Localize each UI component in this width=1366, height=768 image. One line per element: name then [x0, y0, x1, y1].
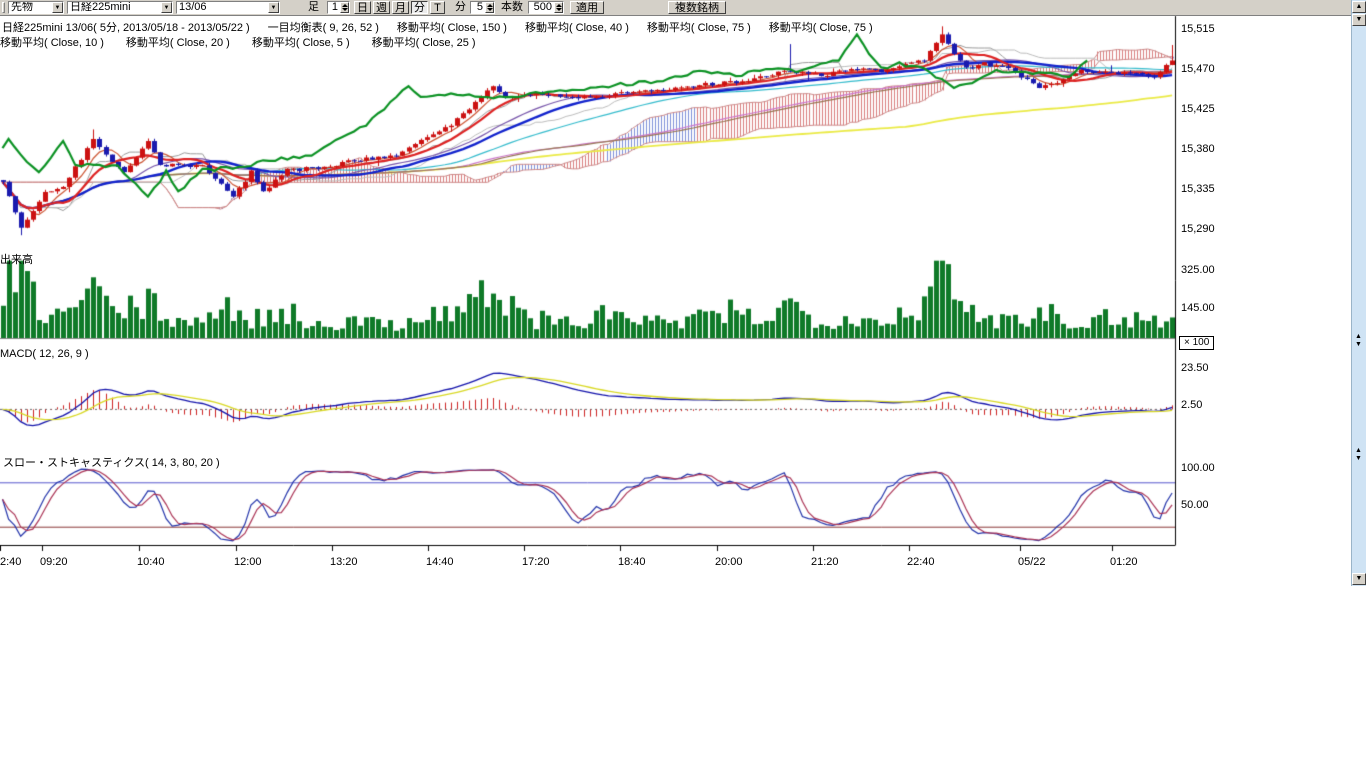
time-axis-label: 14:40 [426, 556, 454, 568]
legend-item-ma5: 移動平均( Close, 5 ) [252, 34, 350, 50]
legend-item-ma75-b: 移動平均( Close, 75 ) [769, 19, 873, 35]
contract-month-select[interactable]: 13/06 ▼ [176, 1, 280, 14]
period-button-month[interactable]: 月 [392, 1, 409, 14]
volume-axis-label: 145.00 [1181, 302, 1215, 314]
chart-title: 日経225mini 13/06( 5分, 2013/05/18 - 2013/0… [2, 19, 250, 35]
price-axis-label: 15,380 [1181, 143, 1215, 155]
bar-count-value: 500 [529, 2, 554, 13]
time-axis-label: 05/22 [1018, 556, 1046, 568]
minute-unit-label: 分 [455, 2, 466, 13]
multi-symbol-button[interactable]: 複数銘柄 [668, 1, 726, 14]
spinner-arrows-icon[interactable] [485, 2, 494, 13]
macd-panel-title: MACD( 12, 26, 9 ) [0, 348, 89, 360]
dropdown-arrow-icon[interactable]: ▼ [268, 2, 279, 13]
legend-item-ichimoku: 一目均衡表( 9, 26, 52 ) [268, 19, 379, 35]
time-axis-label: 2:40 [0, 556, 21, 568]
time-axis-label: 22:40 [907, 556, 935, 568]
period-button-day[interactable]: 日 [354, 1, 371, 14]
period-button-minute[interactable]: 分 [411, 1, 428, 14]
apply-button[interactable]: 適用 [570, 1, 604, 14]
legend-item-ma20: 移動平均( Close, 20 ) [126, 34, 230, 50]
volume-panel-title: 出来高 [0, 251, 33, 267]
period-button-week[interactable]: 週 [373, 1, 390, 14]
interval-spinner[interactable]: 1 [327, 1, 350, 14]
price-axis-label: 15,335 [1181, 183, 1215, 195]
legend-item-ma40: 移動平均( Close, 40 ) [525, 19, 629, 35]
symbol-select[interactable]: 日経225mini ▼ [67, 1, 173, 14]
minutes-value: 5 [471, 2, 485, 13]
stoch-axis-label: 100.00 [1181, 462, 1215, 474]
volume-multiplier-badge: × 100 [1179, 336, 1214, 350]
category-select[interactable]: 先物 ▼ [8, 1, 64, 14]
time-axis-label: 09:20 [40, 556, 68, 568]
dropdown-arrow-icon[interactable]: ▼ [52, 2, 63, 13]
legend-item-ma10: 移動平均( Close, 10 ) [0, 34, 104, 50]
toolbar: 先物 ▼ 日経225mini ▼ 13/06 ▼ 足 1 日 週 月 分 T 分… [0, 0, 1366, 16]
scroll-down-icon[interactable]: ▼ [1352, 573, 1366, 585]
legend-item-ma25: 移動平均( Close, 25 ) [372, 34, 476, 50]
panel-scale-up-icon[interactable]: ▲ [1355, 333, 1362, 340]
chart-legend-row-1: 日経225mini 13/06( 5分, 2013/05/18 - 2013/0… [2, 19, 873, 35]
category-value: 先物 [9, 2, 52, 13]
minutes-spinner[interactable]: 5 [470, 1, 495, 14]
period-button-tick[interactable]: T [430, 1, 445, 14]
bar-count-spinner[interactable]: 500 [528, 1, 564, 14]
panel-scale-down-icon[interactable]: ▼ [1355, 455, 1362, 462]
time-axis-label: 20:00 [715, 556, 743, 568]
time-axis-label: 18:40 [618, 556, 646, 568]
time-axis-label: 13:20 [330, 556, 358, 568]
dropdown-arrow-icon[interactable]: ▼ [161, 2, 172, 13]
toolbar-gripper[interactable] [2, 2, 5, 13]
price-axis-label: 15,425 [1181, 103, 1215, 115]
price-axis-label: 15,470 [1181, 63, 1215, 75]
price-axis-label: 15,515 [1181, 23, 1215, 35]
time-axis-label: 10:40 [137, 556, 165, 568]
time-axis-label: 17:20 [522, 556, 550, 568]
macd-axis-label: 23.50 [1181, 362, 1209, 374]
symbol-value: 日経225mini [68, 2, 161, 13]
interval-value: 1 [328, 2, 340, 13]
time-axis-label: 12:00 [234, 556, 262, 568]
spinner-arrows-icon[interactable] [554, 2, 563, 13]
time-axis-label: 21:20 [811, 556, 839, 568]
contract-month-value: 13/06 [177, 2, 268, 13]
bar-type-label: 足 [308, 2, 319, 13]
legend-item-ma75-a: 移動平均( Close, 75 ) [647, 19, 751, 35]
chart-legend-row-2: 移動平均( Close, 10 ) 移動平均( Close, 20 ) 移動平均… [0, 34, 476, 50]
volume-axis-label: 325.00 [1181, 264, 1215, 276]
macd-axis-label: 2.50 [1181, 399, 1202, 411]
panel-scale-down-icon[interactable]: ▼ [1355, 341, 1362, 348]
price-axis-label: 15,290 [1181, 223, 1215, 235]
stoch-axis-label: 50.00 [1181, 499, 1209, 511]
bar-count-label: 本数 [501, 2, 523, 13]
scroll-down-icon[interactable]: ▼ [1352, 14, 1366, 26]
panel-scale-up-icon[interactable]: ▲ [1355, 447, 1362, 454]
legend-item-ma150: 移動平均( Close, 150 ) [397, 19, 507, 35]
scroll-up-icon[interactable]: ▲ [1352, 1, 1366, 13]
scrollbar[interactable]: ▲ ▼ ▲ ▼ ▲ ▼ ▼ [1351, 0, 1366, 586]
spinner-arrows-icon[interactable] [340, 2, 349, 13]
time-axis-label: 01:20 [1110, 556, 1138, 568]
stochastics-panel-title: スロー・ストキャスティクス( 14, 3, 80, 20 ) [3, 454, 220, 470]
chart-canvas[interactable] [0, 0, 1366, 560]
